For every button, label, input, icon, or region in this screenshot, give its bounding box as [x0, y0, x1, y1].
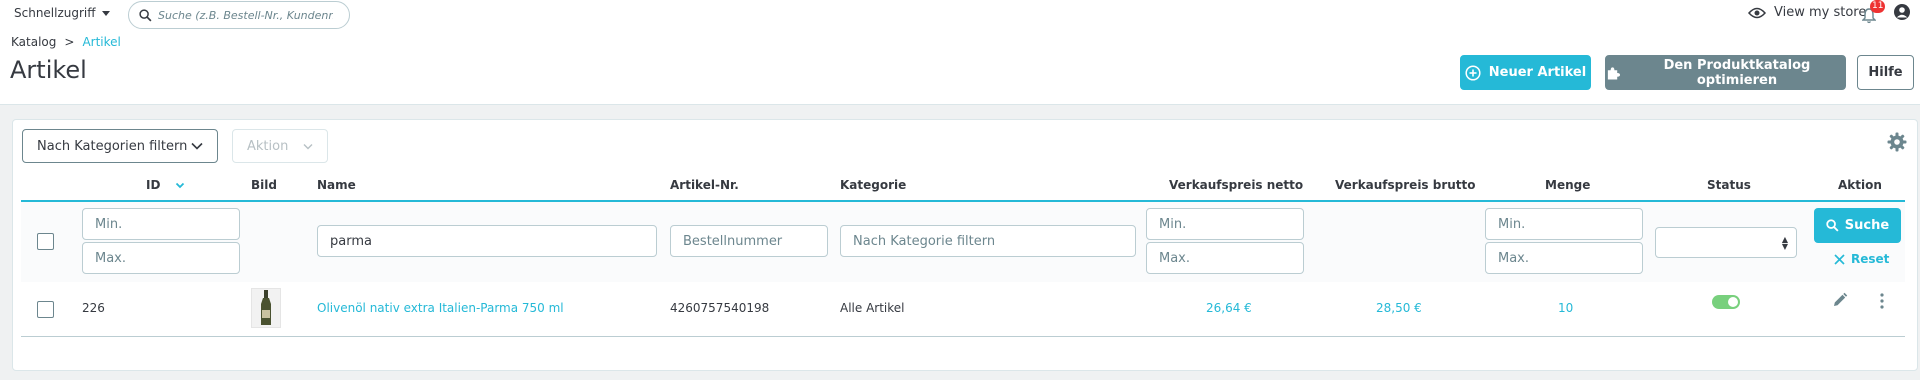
kebab-icon[interactable] — [1880, 293, 1884, 309]
column-header-reference[interactable]: Artikel-Nr. — [670, 178, 739, 192]
close-icon — [1834, 253, 1845, 265]
price-min-input[interactable] — [1146, 208, 1304, 240]
top-navbar: Schnellzugriff View my store 11 — [0, 0, 1920, 30]
help-label: Hilfe — [1868, 65, 1903, 80]
column-header-price-net[interactable]: Verkaufspreis netto — [1169, 178, 1303, 192]
row-divider — [21, 336, 1905, 337]
row-id: 226 — [82, 301, 105, 315]
optimize-catalog-button[interactable]: Den Produktkatalog optimieren — [1605, 55, 1846, 90]
quantity-max-input[interactable] — [1485, 242, 1643, 274]
product-name-link[interactable]: Olivenöl nativ extra Italien-Parma 750 m… — [317, 301, 564, 315]
breadcrumb-separator: > — [64, 35, 75, 49]
row-price-net[interactable]: 26,64 € — [1206, 301, 1252, 315]
reference-filter-input[interactable] — [670, 225, 828, 257]
status-toggle[interactable] — [1712, 295, 1740, 309]
id-min-input[interactable] — [82, 208, 240, 240]
page-header: Katalog > Artikel Artikel Neuer Artikel … — [0, 30, 1920, 105]
status-filter-select[interactable]: ▲ ▼ — [1655, 227, 1797, 258]
puzzle-icon — [1607, 66, 1621, 80]
column-header-id-label: ID — [146, 178, 161, 192]
bottle-image — [261, 290, 271, 325]
gear-icon[interactable] — [1887, 132, 1907, 152]
column-header-name[interactable]: Name — [317, 178, 356, 192]
user-menu[interactable] — [1893, 3, 1913, 23]
bulk-action-label: Aktion — [247, 138, 289, 154]
breadcrumb-products[interactable]: Artikel — [82, 35, 120, 49]
row-select-checkbox[interactable] — [37, 301, 54, 318]
category-filter-button[interactable]: Nach Kategorien filtern — [22, 129, 218, 163]
column-header-action: Aktion — [1838, 178, 1882, 192]
pencil-icon[interactable] — [1832, 292, 1848, 308]
column-header-quantity[interactable]: Menge — [1545, 178, 1590, 192]
caret-down-icon — [101, 10, 110, 16]
breadcrumb: Katalog > Artikel — [11, 35, 121, 49]
notification-badge: 11 — [1870, 0, 1886, 13]
view-store-label: View my store — [1774, 5, 1867, 20]
name-filter-input[interactable] — [317, 225, 657, 257]
eye-icon — [1748, 7, 1766, 18]
quick-access-label: Schnellzugriff — [14, 6, 96, 20]
bulk-action-button[interactable]: Aktion — [232, 129, 328, 163]
column-header-id[interactable]: ID — [146, 178, 185, 192]
notifications-button[interactable]: 11 — [1862, 0, 1886, 24]
id-max-input[interactable] — [82, 242, 240, 274]
column-header-category[interactable]: Kategorie — [840, 178, 906, 192]
search-icon — [139, 8, 152, 21]
column-header-price-gross[interactable]: Verkaufspreis brutto — [1335, 178, 1476, 192]
sort-icon[interactable] — [175, 182, 185, 189]
product-thumbnail[interactable] — [251, 288, 281, 328]
row-price-gross[interactable]: 28,50 € — [1376, 301, 1422, 315]
row-reference: 4260757540198 — [670, 301, 770, 315]
chevron-down-icon — [303, 143, 313, 149]
price-max-input[interactable] — [1146, 242, 1304, 274]
page-title: Artikel — [10, 56, 87, 84]
search-icon — [1826, 219, 1839, 232]
quantity-min-input[interactable] — [1485, 208, 1643, 240]
help-button[interactable]: Hilfe — [1857, 55, 1914, 90]
column-header-image: Bild — [251, 178, 277, 192]
plus-circle-icon — [1465, 64, 1481, 81]
global-search[interactable] — [128, 1, 350, 29]
reset-button-label: Reset — [1851, 252, 1890, 266]
quick-access-menu[interactable]: Schnellzugriff — [14, 6, 110, 20]
breadcrumb-catalog[interactable]: Katalog — [11, 35, 56, 49]
new-product-label: Neuer Artikel — [1488, 65, 1587, 80]
user-icon — [1894, 4, 1910, 20]
select-all-checkbox[interactable] — [37, 233, 54, 250]
new-product-button[interactable]: Neuer Artikel — [1460, 55, 1591, 90]
row-category: Alle Artikel — [840, 301, 905, 315]
column-header-status[interactable]: Status — [1707, 178, 1751, 192]
select-arrows-icon: ▲ ▼ — [1781, 235, 1788, 251]
view-store-link[interactable]: View my store — [1748, 5, 1866, 20]
optimize-catalog-label: Den Produktkatalog optimieren — [1663, 57, 1811, 88]
category-filter-input[interactable] — [840, 225, 1136, 257]
chevron-down-icon — [191, 142, 203, 150]
category-filter-label: Nach Kategorien filtern — [37, 138, 188, 154]
products-card: Nach Kategorien filtern Aktion ID Bild N… — [12, 119, 1918, 371]
row-quantity[interactable]: 10 — [1558, 301, 1573, 315]
search-button-label: Suche — [1844, 218, 1890, 233]
global-search-input[interactable] — [158, 8, 333, 22]
reset-button[interactable]: Reset — [1834, 252, 1889, 266]
search-button[interactable]: Suche — [1814, 208, 1901, 243]
